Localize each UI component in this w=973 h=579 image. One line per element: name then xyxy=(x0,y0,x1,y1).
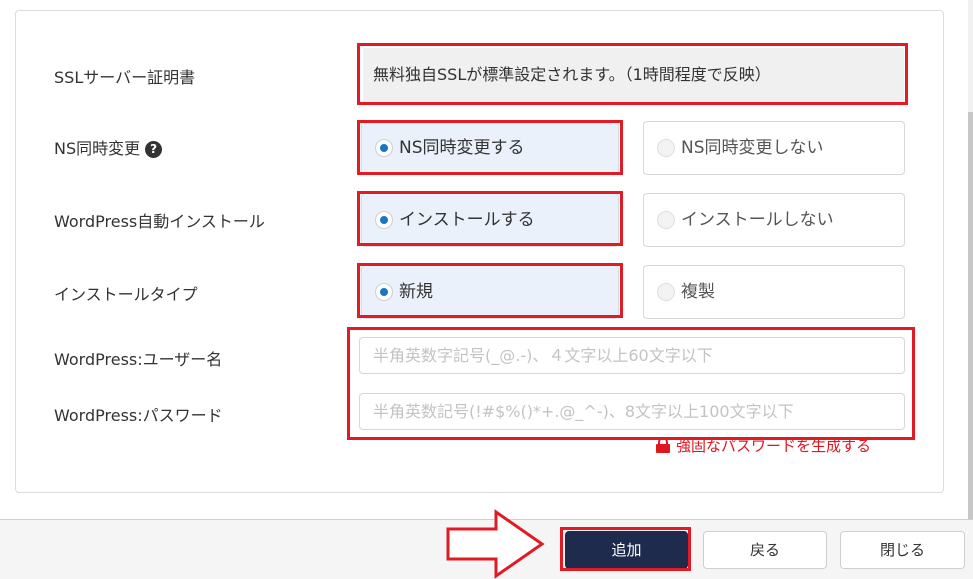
option-label: NS同時変更する xyxy=(399,138,525,158)
option-label: 新規 xyxy=(399,282,433,302)
ssl-value: 無料独自SSLが標準設定されます。（1時間程度で反映） xyxy=(363,48,904,102)
radio-unselected-icon xyxy=(657,211,675,229)
radio-unselected-icon xyxy=(657,283,675,301)
wp-password-input[interactable] xyxy=(359,393,905,430)
option-label: インストールしない xyxy=(681,210,834,230)
ns-change-yes-option[interactable]: NS同時変更する xyxy=(361,121,619,175)
generate-password-label: 強固なパスワードを生成する xyxy=(676,437,872,455)
option-label: インストールする xyxy=(399,210,535,230)
lock-icon xyxy=(656,437,670,453)
ns-label: NS同時変更 xyxy=(54,139,141,158)
radio-selected-icon xyxy=(375,211,393,229)
radio-selected-icon xyxy=(375,139,393,157)
option-label: NS同時変更しない xyxy=(681,138,824,158)
question-circle-icon[interactable]: ? xyxy=(145,141,163,158)
ns-label-row: NS同時変更? xyxy=(54,135,163,159)
close-button[interactable]: 閉じる xyxy=(840,531,965,569)
add-button[interactable]: 追加 xyxy=(565,531,688,569)
option-label: 複製 xyxy=(681,282,715,302)
wp-auto-install-label: WordPress自動インストール xyxy=(54,212,265,231)
ns-change-no-option[interactable]: NS同時変更しない xyxy=(643,121,905,175)
wp-username-label: WordPress:ユーザー名 xyxy=(54,350,223,369)
ssl-label: SSLサーバー証明書 xyxy=(54,68,196,87)
install-type-copy-option[interactable]: 複製 xyxy=(643,265,905,319)
install-yes-option[interactable]: インストールする xyxy=(361,193,619,247)
install-no-option[interactable]: インストールしない xyxy=(643,193,905,247)
right-arrow-icon xyxy=(446,509,545,579)
radio-unselected-icon xyxy=(657,139,675,157)
install-type-new-option[interactable]: 新規 xyxy=(361,265,619,319)
radio-selected-icon xyxy=(375,283,393,301)
wp-username-input[interactable] xyxy=(359,337,905,374)
scrollbar-thumb[interactable] xyxy=(968,112,973,520)
wp-password-label: WordPress:パスワード xyxy=(54,406,223,425)
generate-password-link[interactable]: 強固なパスワードを生成する xyxy=(656,435,871,456)
install-type-label: インストールタイプ xyxy=(54,285,198,304)
back-button[interactable]: 戻る xyxy=(703,531,827,569)
